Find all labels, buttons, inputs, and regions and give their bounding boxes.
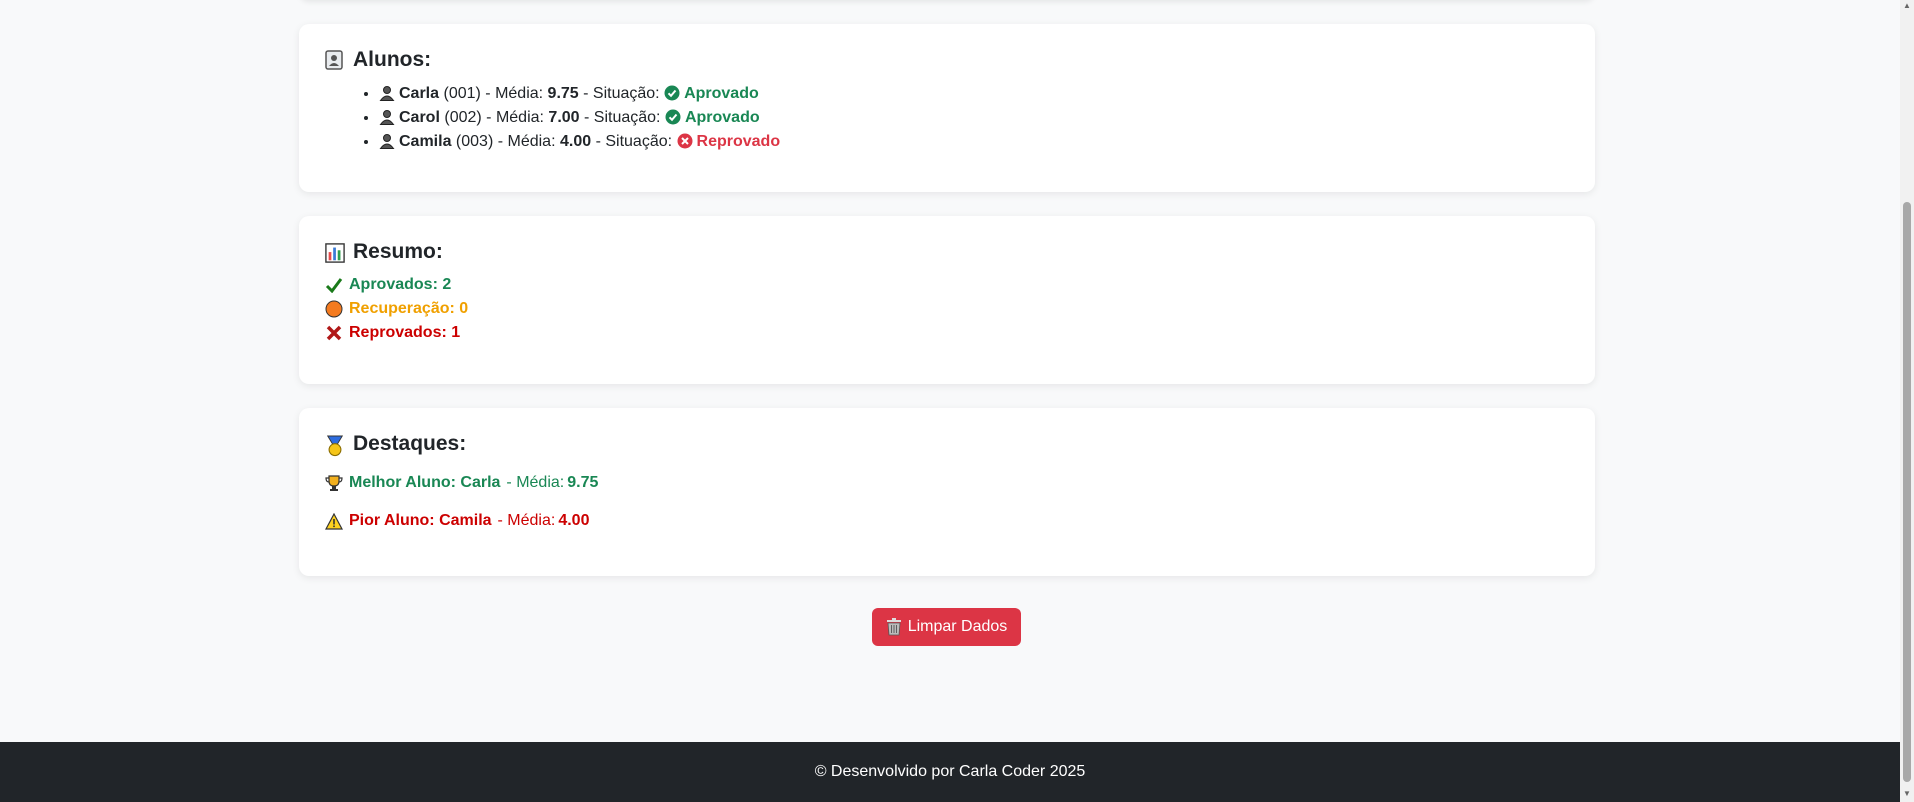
bar-chart-icon	[325, 242, 345, 263]
student-media: 9.75	[547, 85, 579, 102]
footer: © Desenvolvido por Carla Coder 2025	[0, 742, 1900, 802]
highlights-card: Destaques: Melhor Aluno: Carla - Média: …	[299, 408, 1595, 576]
media-label: Média:	[495, 85, 544, 102]
student-media: 7.00	[548, 109, 580, 126]
orange-circle-icon	[325, 300, 343, 318]
student-item: Carla (001) - Média: 9.75 - Situação: Ap…	[379, 84, 1569, 103]
clear-data-button[interactable]: Limpar Dados	[872, 608, 1021, 646]
student-status: Aprovado	[684, 109, 760, 126]
failed-count: Reprovados: 1	[349, 324, 461, 341]
medal-icon	[325, 434, 345, 457]
student-name: Camila	[399, 133, 452, 150]
student-status: Aprovado	[684, 85, 759, 102]
student-item: Camila (003) - Média: 4.00 - Situação: R…	[379, 132, 1569, 151]
worst-student-label: Pior Aluno: Camila	[349, 512, 492, 529]
highlights-heading: Destaques:	[325, 432, 1569, 457]
student-icon	[379, 110, 395, 125]
summary-failed: Reprovados: 1	[325, 324, 1569, 342]
students-title: Alunos:	[353, 48, 432, 71]
best-media-label: - Média:	[506, 474, 565, 491]
footer-text: © Desenvolvido por Carla Coder 2025	[814, 763, 1086, 780]
student-icon	[379, 134, 395, 149]
students-heading: Alunos:	[325, 48, 1569, 72]
scroll-down-arrow-icon[interactable]: ▼	[1903, 790, 1911, 798]
student-id: (002)	[444, 109, 482, 126]
trash-icon	[886, 618, 901, 636]
student-media: 4.00	[559, 133, 592, 150]
cross-mark-icon	[326, 325, 342, 341]
worst-student: Pior Aluno: Camila - Média: 4.00	[325, 512, 1569, 530]
check-circle-icon	[664, 85, 680, 101]
student-name: Carol	[399, 109, 440, 126]
check-circle-icon	[665, 109, 681, 125]
approved-count: Aprovados: 2	[349, 276, 452, 293]
status-label: Situação:	[592, 85, 660, 102]
summary-heading: Resumo:	[325, 240, 1569, 264]
best-student: Melhor Aluno: Carla - Média: 9.75	[325, 474, 1569, 492]
student-item: Carol (002) - Média: 7.00 - Situação: Ap…	[379, 108, 1569, 127]
check-mark-icon	[325, 278, 343, 293]
best-media-value: 9.75	[567, 474, 599, 491]
student-id: (003)	[455, 133, 494, 150]
x-circle-icon	[677, 133, 693, 149]
worst-media-value: 4.00	[558, 512, 590, 529]
highlights-title: Destaques:	[353, 432, 467, 455]
status-label: Situação:	[593, 109, 661, 126]
clear-data-label: Limpar Dados	[907, 618, 1008, 635]
media-label: Média:	[507, 133, 556, 150]
summary-card: Resumo: Aprovados: 2 Recuperação: 0 Repr…	[299, 216, 1595, 384]
id-card-icon	[325, 50, 345, 70]
student-id: (001)	[443, 85, 481, 102]
trophy-icon	[325, 475, 343, 491]
scrollbar-thumb[interactable]	[1903, 202, 1911, 782]
media-label: Média:	[495, 109, 544, 126]
summary-recovery: Recuperação: 0	[325, 300, 1569, 318]
students-card: Alunos: Carla (001) - Média: 9.75 - Situ…	[299, 24, 1595, 192]
summary-approved: Aprovados: 2	[325, 276, 1569, 294]
status-label: Situação:	[605, 133, 673, 150]
student-list: Carla (001) - Média: 9.75 - Situação: Ap…	[325, 84, 1569, 151]
student-name: Carla	[399, 85, 440, 102]
worst-media-label: - Média:	[497, 512, 556, 529]
vertical-scrollbar[interactable]: ▲ ▼	[1900, 0, 1914, 802]
summary-title: Resumo:	[353, 240, 443, 263]
student-icon	[379, 86, 395, 101]
student-status: Reprovado	[696, 133, 781, 150]
warning-icon	[325, 512, 343, 530]
scroll-up-arrow-icon[interactable]: ▲	[1903, 2, 1911, 10]
best-student-label: Melhor Aluno: Carla	[349, 474, 501, 491]
recovery-count: Recuperação: 0	[349, 300, 469, 317]
